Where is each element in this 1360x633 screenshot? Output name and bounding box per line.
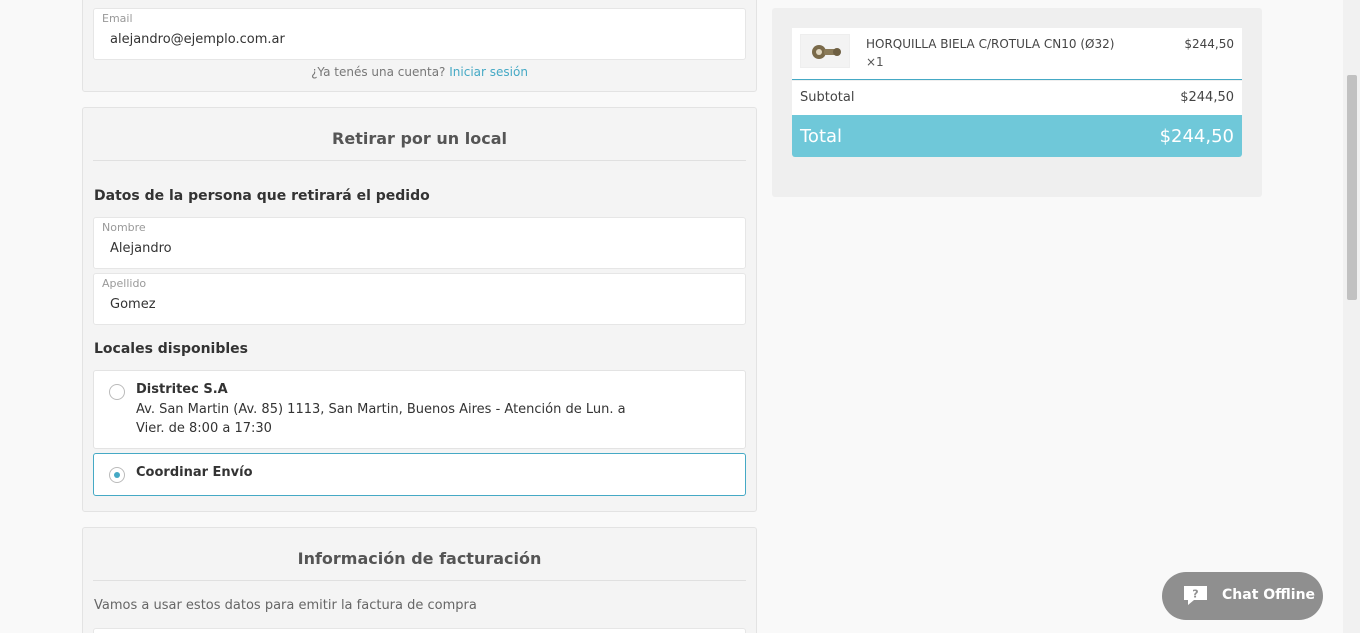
checkout-form-column: Email alejandro@ejemplo.com.ar ¿Ya tenés…	[82, 0, 757, 633]
item-price: $244,50	[1184, 37, 1234, 51]
total-value: $244,50	[1159, 126, 1234, 147]
email-value[interactable]: alejandro@ejemplo.com.ar	[110, 32, 285, 47]
billing-title: Información de facturación	[297, 549, 542, 568]
login-link[interactable]: Iniciar sesión	[449, 65, 528, 79]
login-prompt-text: ¿Ya tenés una cuenta?	[311, 65, 446, 79]
location-name: Coordinar Envío	[136, 465, 253, 480]
email-label: Email	[102, 12, 133, 25]
location-radio-coordinar-envio[interactable]	[109, 467, 125, 483]
scrollbar-thumb[interactable]	[1347, 75, 1357, 300]
last-name-field[interactable]: Apellido Gomez	[93, 273, 746, 325]
item-quantity: ×1	[866, 55, 884, 69]
order-summary: HORQUILLA BIELA C/ROTULA CN10 (Ø32) ×1 $…	[772, 8, 1262, 197]
billing-section: Información de facturación Vamos a usar …	[82, 527, 757, 633]
total-label: Total	[800, 126, 843, 147]
email-field[interactable]: Email alejandro@ejemplo.com.ar	[93, 8, 746, 60]
person-heading: Datos de la persona que retirará el pedi…	[94, 188, 430, 204]
locations-heading: Locales disponibles	[94, 341, 248, 357]
location-radio-distritec[interactable]	[109, 384, 125, 400]
page-scrollbar[interactable]	[1343, 0, 1360, 633]
billing-divider	[93, 580, 746, 581]
subtotal-value: $244,50	[1180, 90, 1234, 105]
pickup-divider	[93, 160, 746, 161]
pickup-section: Retirar por un local Datos de la persona…	[82, 107, 757, 512]
product-thumbnail	[800, 34, 850, 68]
chat-question-icon: ?	[1184, 586, 1207, 605]
subtotal-row: Subtotal $244,50	[792, 81, 1242, 115]
subtotal-label: Subtotal	[800, 90, 855, 105]
product-image-icon	[812, 45, 841, 59]
billing-description: Vamos a usar estos datos para emitir la …	[94, 598, 477, 613]
account-section: Email alejandro@ejemplo.com.ar ¿Ya tenés…	[82, 0, 757, 92]
chat-offline-button[interactable]: ? Chat Offline	[1162, 572, 1323, 620]
last-name-label: Apellido	[102, 277, 147, 290]
location-description: Av. San Martin (Av. 85) 1113, San Martin…	[136, 402, 626, 436]
first-name-label: Nombre	[102, 221, 146, 234]
login-prompt: ¿Ya tenés una cuenta? Iniciar sesión	[83, 65, 756, 79]
first-name-value[interactable]: Alejandro	[110, 241, 172, 256]
cart-item: HORQUILLA BIELA C/ROTULA CN10 (Ø32) ×1 $…	[792, 28, 1242, 80]
item-name: HORQUILLA BIELA C/ROTULA CN10 (Ø32)	[866, 37, 1115, 51]
location-option-distritec[interactable]: Distritec S.A Av. San Martin (Av. 85) 11…	[93, 370, 746, 449]
pickup-title: Retirar por un local	[332, 129, 507, 148]
chat-label: Chat Offline	[1222, 587, 1316, 603]
last-name-value[interactable]: Gomez	[110, 297, 156, 312]
first-name-field[interactable]: Nombre Alejandro	[93, 217, 746, 269]
svg-text:?: ?	[1192, 588, 1198, 601]
location-option-coordinar-envio[interactable]: Coordinar Envío	[93, 453, 746, 496]
billing-field[interactable]	[93, 628, 746, 633]
total-row: Total $244,50	[792, 115, 1242, 157]
location-name: Distritec S.A	[136, 382, 228, 397]
